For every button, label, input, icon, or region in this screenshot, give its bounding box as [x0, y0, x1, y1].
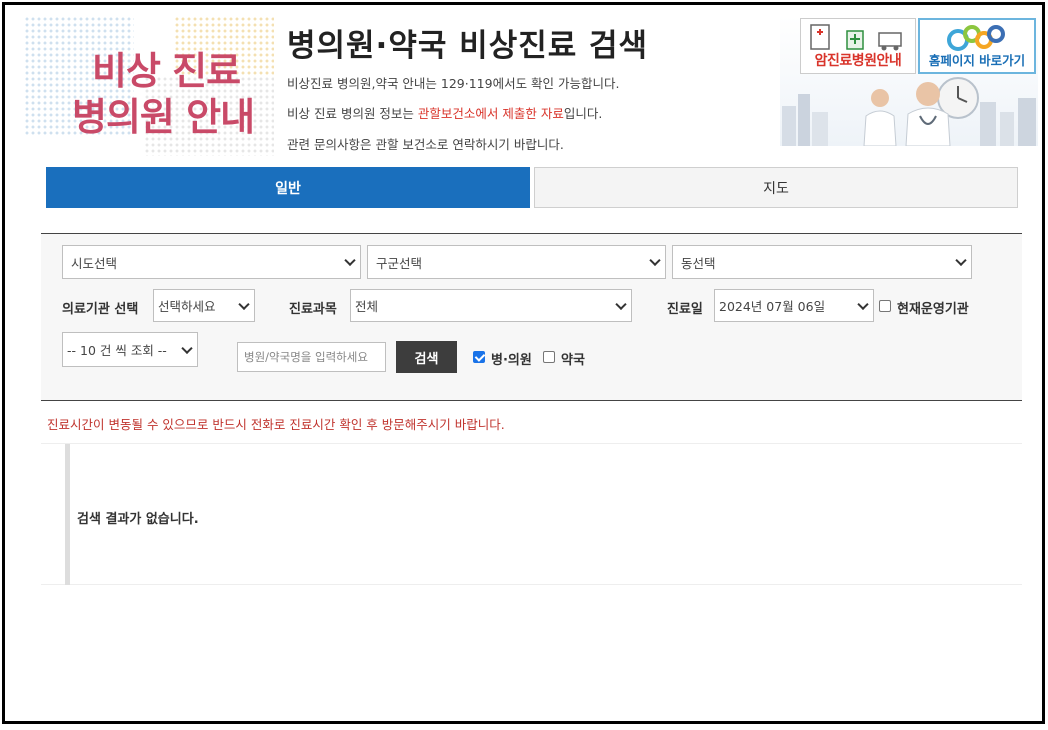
- gugun-select[interactable]: 구군선택: [367, 245, 666, 279]
- homepage-label: 홈페이지 바로가기: [928, 53, 1026, 68]
- search-panel: 시도선택 구군선택 동선택 의료기관 선택 선택하세요 진료과목 전체 진료일 …: [41, 233, 1022, 401]
- pharmacy-label: 약국: [561, 353, 585, 368]
- page-size-select[interactable]: -- 10 건 씩 조회 --: [62, 332, 198, 367]
- chevron-down-icon: [955, 254, 967, 267]
- promo-banner: 암진료병원안내 홈페이지 바로가기: [780, 16, 1038, 146]
- institution-label: 의료기관 선택: [62, 302, 139, 317]
- info-text: 입니다.: [563, 106, 603, 121]
- hours-notice: 진료시간이 변동될 수 있으므로 반드시 전화로 진료시간 확인 후 방문해주시…: [47, 417, 505, 432]
- doctor-skyline-illustration: [782, 77, 1036, 146]
- department-label: 진료과목: [289, 302, 337, 317]
- name-search-input[interactable]: 병원/약국명을 입력하세요: [237, 342, 386, 372]
- institution-select-value: 선택하세요: [158, 299, 216, 314]
- chevron-down-icon: [344, 254, 356, 267]
- chevron-down-icon: [181, 342, 193, 354]
- date-select[interactable]: 2024년 07월 06일: [714, 289, 874, 322]
- result-area: 검색 결과가 없습니다.: [41, 443, 1022, 585]
- chevron-down-icon: [649, 254, 661, 267]
- cancer-guide-label: 암진료병원안내: [814, 53, 902, 69]
- cancer-hospital-guide-button[interactable]: 암진료병원안내: [800, 18, 916, 74]
- hospital-building-icon: [810, 24, 902, 51]
- date-label: 진료일: [667, 302, 703, 317]
- chevron-down-icon: [857, 298, 869, 310]
- chevron-down-icon: [615, 298, 627, 310]
- hospital-checkbox[interactable]: [473, 351, 485, 363]
- department-select[interactable]: 전체: [350, 289, 632, 322]
- page-title: 병의원·약국 비상진료 검색: [287, 28, 649, 64]
- date-select-value: 2024년 07월 06일: [719, 299, 826, 314]
- search-button[interactable]: 검색: [396, 341, 457, 373]
- banner-title-line2: 병의원 안내: [72, 95, 255, 139]
- pharmacy-checkbox[interactable]: [543, 351, 555, 363]
- gugun-select-value: 구군선택: [376, 255, 423, 271]
- dong-select-value: 동선택: [681, 255, 716, 271]
- info-text: 비상 진료 병의원 정보는: [287, 106, 418, 121]
- homepage-logo-icon: [947, 25, 1005, 51]
- sido-select[interactable]: 시도선택: [62, 245, 361, 279]
- open-now-checkbox[interactable]: [879, 300, 891, 312]
- info-highlight: 관할보건소에서 제출한 자료: [417, 106, 564, 121]
- chevron-down-icon: [238, 298, 250, 310]
- department-select-value: 전체: [355, 299, 379, 314]
- empty-result-message: 검색 결과가 없습니다.: [77, 512, 199, 527]
- tab-map[interactable]: 지도: [534, 167, 1018, 208]
- homepage-shortcut-button[interactable]: 홈페이지 바로가기: [918, 18, 1036, 74]
- info-line-contact: 관련 문의사항은 관할 보건소로 연락하시기 바랍니다.: [287, 137, 564, 152]
- dong-select[interactable]: 동선택: [672, 245, 972, 279]
- page-size-value: -- 10 건 씩 조회 --: [67, 343, 167, 358]
- info-line-source: 비상 진료 병의원 정보는 관할보건소에서 제출한 자료입니다.: [287, 103, 602, 122]
- name-search-placeholder: 병원/약국명을 입력하세요: [244, 350, 368, 364]
- institution-select[interactable]: 선택하세요: [153, 289, 255, 322]
- hospital-label: 병·의원: [491, 353, 532, 368]
- result-accent-bar: [65, 444, 70, 585]
- emergency-banner-image: 비상 진료 병의원 안내: [24, 16, 274, 156]
- sido-select-value: 시도선택: [71, 255, 118, 271]
- tab-general[interactable]: 일반: [46, 167, 530, 208]
- open-now-label: 현재운영기관: [897, 302, 969, 317]
- info-line-phone: 비상진료 병의원,약국 안내는 129·119에서도 확인 가능합니다.: [287, 76, 620, 91]
